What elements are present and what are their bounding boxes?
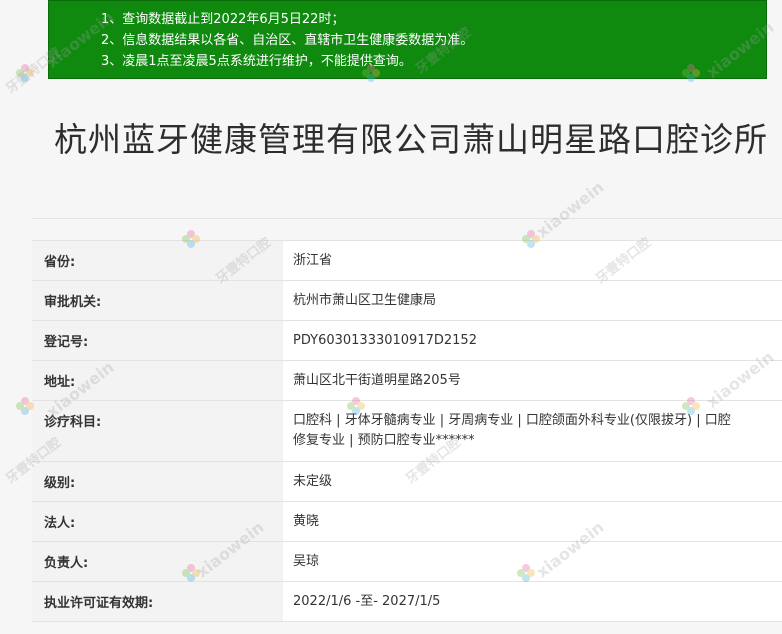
notice-banner: 1、查询数据截止到2022年6月5日22时； 2、信息数据结果以各省、自治区、直… [48,0,767,79]
row-label: 负责人: [32,541,283,582]
notice-line-3: 3、凌晨1点至凌晨5点系统进行维护，不能提供查询。 [101,54,412,69]
table-row-person-in-charge: 负责人: 吴琼 [32,541,782,582]
table-row-level: 级别: 未定级 [32,461,782,502]
table-row-departments: 诊疗科目: 口腔科 | 牙体牙髓病专业 | 牙周病专业 | 口腔颌面外科专业(仅… [32,400,782,462]
row-value: 未定级 [283,461,782,502]
row-value: 吴琼 [283,541,782,582]
clinic-info-table: 省份: 浙江省 审批机关: 杭州市萧山区卫生健康局 登记号: PDY603013… [32,240,782,622]
row-label: 登记号: [32,320,283,361]
table-row-legal-person: 法人: 黄晓 [32,501,782,542]
row-label: 法人: [32,501,283,542]
notice-line-1: 1、查询数据截止到2022年6月5日22时； [101,12,345,27]
row-value: 2022/1/6 -至- 2027/1/5 [283,581,782,622]
row-value: 萧山区北干街道明星路205号 [283,360,782,401]
row-label: 执业许可证有效期: [32,581,283,622]
row-value: 杭州市萧山区卫生健康局 [283,280,782,321]
row-label: 级别: [32,461,283,502]
watermark-flower-icon [14,62,36,84]
watermark-text: xiaowein [532,177,608,242]
row-value: PDY60301333010917D2152 [283,320,782,361]
row-label: 诊疗科目: [32,400,283,462]
table-row-province: 省份: 浙江省 [32,240,782,281]
notice-line-2: 2、信息数据结果以各省、自治区、直辖市卫生健康委数据为准。 [101,33,474,48]
table-row-authority: 审批机关: 杭州市萧山区卫生健康局 [32,280,782,321]
row-value: 口腔科 | 牙体牙髓病专业 | 牙周病专业 | 口腔颌面外科专业(仅限拔牙) |… [283,400,782,462]
table-row-registration: 登记号: PDY60301333010917D2152 [32,320,782,361]
row-value: 黄晓 [283,501,782,542]
row-label: 地址: [32,360,283,401]
row-value: 浙江省 [283,240,782,281]
title-divider [32,218,782,219]
table-row-license-validity: 执业许可证有效期: 2022/1/6 -至- 2027/1/5 [32,581,782,622]
row-label: 省份: [32,240,283,281]
page-title: 杭州蓝牙健康管理有限公司萧山明星路口腔诊所 [54,120,768,159]
table-row-address: 地址: 萧山区北干街道明星路205号 [32,360,782,401]
row-label: 审批机关: [32,280,283,321]
